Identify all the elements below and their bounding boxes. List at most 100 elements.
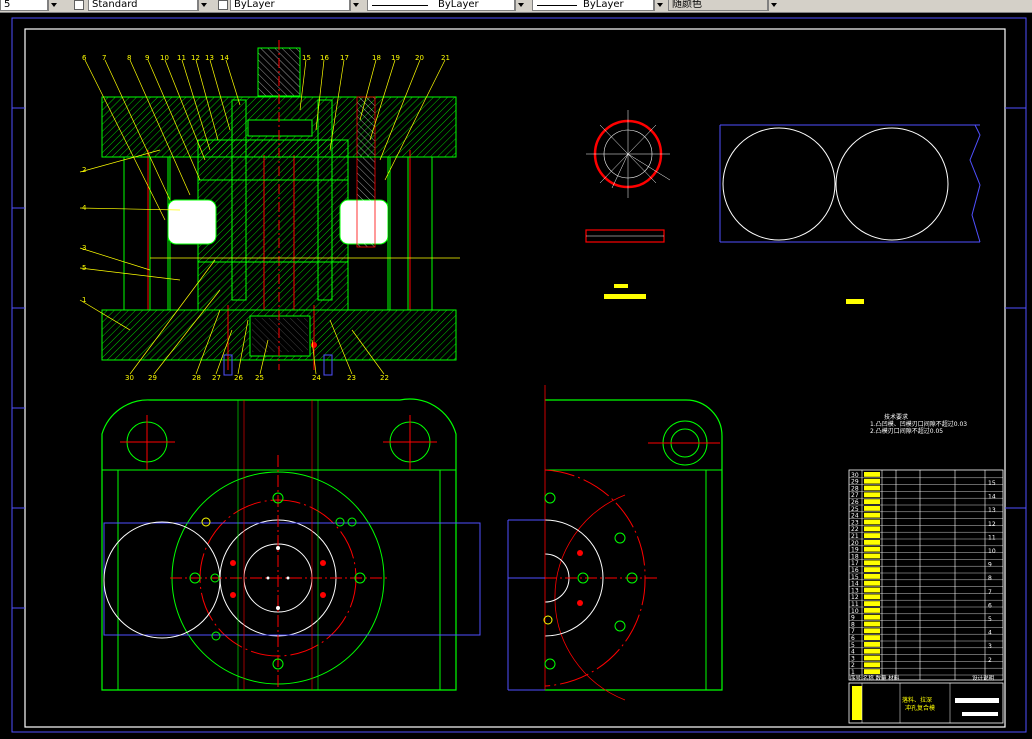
bom-index: 9: [988, 562, 992, 569]
callout-top: 18: [372, 54, 381, 62]
color-value: ByLayer: [234, 0, 275, 10]
bom-name-cell: [864, 560, 880, 566]
bom-header: 序号 名称 数量 材料: [850, 674, 900, 682]
bom-row-number: 1: [851, 669, 855, 676]
bom-name-cell: [864, 533, 880, 538]
side-view: [507, 385, 723, 701]
bom-name-cell: [864, 594, 880, 600]
bom-name-cell: [864, 546, 880, 552]
bom-name-cell: [864, 506, 880, 511]
bom-index: 6: [988, 602, 992, 609]
bom-name-cell: [864, 648, 880, 654]
callout-left: 5: [82, 264, 86, 272]
bom-index: 13: [988, 507, 996, 514]
bom-name-cell: [864, 478, 880, 484]
bom-name-cell: [864, 655, 880, 661]
bom-name-cell: [864, 512, 880, 518]
bom-name-cell: [864, 574, 880, 579]
bom-name-cell: [864, 669, 880, 674]
callout-bottom: 23: [347, 374, 356, 382]
bom-index: 8: [988, 575, 992, 582]
bom-table: 3029282726252423222120191817161514131211…: [848, 469, 1004, 724]
chevron-down-icon[interactable]: [48, 0, 59, 11]
linetype-value: ByLayer: [438, 0, 479, 10]
bom-index: 3: [988, 643, 992, 650]
callout-top: 11: [177, 54, 186, 62]
callout-top: 19: [391, 54, 400, 62]
callout-top: 14: [220, 54, 229, 62]
tech-title: 技术要求: [884, 413, 908, 421]
bom-name-cell: [864, 628, 880, 634]
bom-name-cell: [864, 614, 880, 620]
bom-index: 12: [988, 521, 996, 528]
callout-top: 20: [415, 54, 424, 62]
bom-name-cell: [864, 601, 880, 606]
chevron-down-icon[interactable]: [515, 0, 526, 11]
lineweight-value: ByLayer: [583, 0, 624, 10]
callout-bottom: 27: [212, 374, 221, 382]
bom-name-cell: [864, 540, 880, 545]
dimstyle-value: 5: [4, 0, 11, 10]
chevron-down-icon[interactable]: [350, 0, 361, 11]
plan-view: [101, 398, 481, 691]
lineweight-control[interactable]: ByLayer: [532, 0, 654, 11]
bom-name-cell: [864, 492, 880, 498]
callout-top: 12: [191, 54, 200, 62]
callout-top: 8: [127, 54, 131, 62]
rubber-spring-left: [167, 199, 217, 245]
drawing-canvas[interactable]: 6 7 8 9 10 11 12 13 14 15 16 17 18 19 20…: [0, 12, 1032, 739]
bom-name-cell: [864, 621, 880, 627]
callout-bottom: 22: [380, 374, 389, 382]
bom-name-cell: [864, 587, 880, 593]
section-view: [101, 40, 460, 376]
callout-top: 21: [441, 54, 450, 62]
linetype-control[interactable]: ByLayer: [367, 0, 515, 11]
callout-top: 10: [160, 54, 169, 62]
part-detail-view: [585, 110, 864, 304]
bom-name-cell: [864, 519, 880, 525]
bom-index: 15: [988, 480, 996, 487]
callout-top: 15: [302, 54, 311, 62]
strip-layout: [719, 124, 981, 243]
callout-top: 17: [340, 54, 349, 62]
callout-left: 4: [82, 204, 87, 212]
callout-bottom: 30: [125, 374, 134, 382]
lineweight-sample: [537, 5, 577, 6]
bom-name-cell: [864, 662, 880, 668]
bom-name-cell: [864, 608, 880, 613]
textstyle-icon[interactable]: [74, 0, 84, 10]
plotstyle-value: 随颜色: [672, 0, 702, 10]
bom-name-cell: [864, 472, 880, 477]
bom-name-cell: [864, 526, 880, 532]
callout-bottom: 24: [312, 374, 321, 382]
bom-index: 7: [988, 589, 992, 596]
chevron-down-icon[interactable]: [198, 0, 209, 11]
bom-name-cell: [864, 553, 880, 559]
chevron-down-icon[interactable]: [654, 0, 665, 11]
plotstyle-control[interactable]: 随颜色: [668, 0, 768, 11]
callout-left: 3: [82, 244, 86, 252]
bom-name-cell: [864, 580, 880, 586]
callout-bottom: 29: [148, 374, 157, 382]
callout-bottom: 25: [255, 374, 264, 382]
callout-top: 6: [82, 54, 87, 62]
chevron-down-icon[interactable]: [768, 0, 779, 11]
textstyle-value: Standard: [92, 0, 138, 10]
bom-index: 10: [988, 548, 996, 555]
bom-index: 11: [988, 534, 996, 541]
bom-index: 4: [988, 630, 992, 637]
textstyle-dropdown[interactable]: Standard: [88, 0, 198, 11]
tech-requirements: 技术要求 1.凸凹模、凹模刃口间隙不超过0.03 2.凸模刃口间隙不超过0.05: [870, 413, 967, 435]
title-block-tag: 设计说明: [972, 674, 995, 682]
linetype-sample: [372, 5, 428, 6]
tech-line-2: 2.凸模刃口间隙不超过0.05: [870, 427, 943, 435]
bom-index: 14: [988, 494, 996, 501]
callout-left: 1: [82, 296, 86, 304]
bom-name-cell: [864, 499, 880, 504]
color-control[interactable]: ByLayer: [230, 0, 350, 11]
bom-name-cell: [864, 567, 880, 572]
bom-index: 5: [988, 616, 992, 623]
dimstyle-dropdown[interactable]: 5: [0, 0, 48, 11]
bom-name-cell: [864, 635, 880, 640]
callout-top: 7: [102, 54, 106, 62]
